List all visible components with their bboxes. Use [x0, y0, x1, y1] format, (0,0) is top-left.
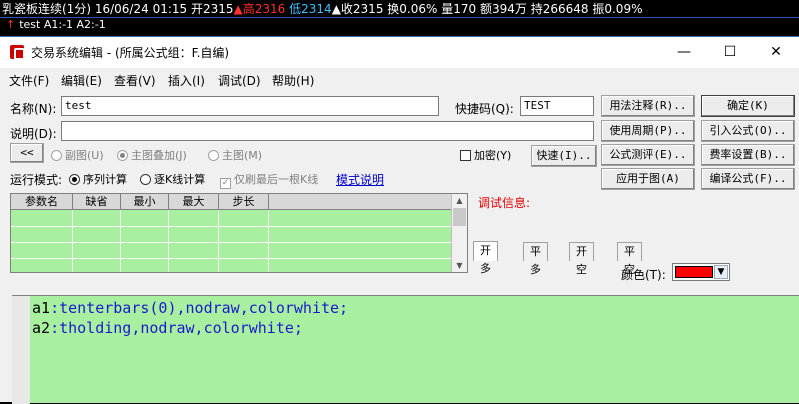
param-table-scrollbar[interactable]: ▲ ▼ [451, 194, 467, 272]
quick-button[interactable]: 快速(I).. [531, 145, 597, 167]
indicator-values: test A1:-1 A2:-1 [19, 18, 106, 31]
quote-amount: 额394万 [479, 2, 527, 16]
tab-open-long[interactable]: 开多 [473, 241, 498, 275]
indicator-bar: ↑ test A1:-1 A2:-1 [0, 18, 799, 32]
code-line-2[interactable]: a2:tholding,nodraw,colorwhite; [32, 319, 303, 337]
radio-dot [51, 150, 62, 161]
debug-label: 调试信息: [478, 196, 531, 210]
shortcut-label: 快捷码(Q): [455, 102, 514, 116]
encrypt-checkbox[interactable]: 加密(Y) [460, 147, 511, 163]
chevron-down-icon[interactable]: ▼ [714, 265, 728, 279]
param-table-header: 参数名 缺省 最小 最大 步长 [11, 194, 451, 210]
col-max[interactable]: 最大 [169, 194, 219, 210]
formula-eval-button[interactable]: 公式测评(E).. [601, 144, 695, 166]
tab-close-short[interactable]: 平空 [617, 242, 642, 276]
quote-time: 01:15 [152, 2, 188, 16]
up-arrow-icon: ↑ [6, 18, 16, 31]
menu-insert[interactable]: 插入(I) [168, 72, 205, 89]
quote-low: 低2314 [289, 2, 332, 16]
quote-bar: 乳瓷板连续(1分) 16/06/24 01:15 开2315▲高2316 低23… [0, 0, 799, 18]
col-default[interactable]: 缺省 [73, 194, 121, 210]
quote-name: 乳瓷板连续(1分) [2, 2, 91, 16]
radio-sub-chart[interactable]: 副图(U) [51, 147, 104, 163]
checkbox-box [460, 150, 471, 161]
radio-dot [140, 174, 151, 185]
col-divider [268, 210, 269, 272]
quote-high: ▲高2316 [233, 2, 286, 16]
col-divider [120, 210, 121, 272]
radio-main-chart[interactable]: 主图(M) [208, 147, 262, 163]
maximize-button[interactable]: ☐ [707, 37, 753, 68]
use-period-button[interactable]: 使用周期(P).. [601, 120, 695, 142]
quote-volume: 量170 [441, 2, 477, 16]
shortcut-field[interactable]: TEST [520, 96, 594, 116]
desc-label: 说明(D): [10, 127, 57, 141]
collapse-button[interactable]: << [10, 143, 44, 163]
radio-sequential[interactable]: 序列计算 [69, 171, 127, 187]
radio-main-overlay[interactable]: 主图叠加(J) [117, 147, 187, 163]
run-mode-label: 运行模式: [10, 173, 63, 187]
radio-dot [208, 150, 219, 161]
mode-help-link[interactable]: 模式说明 [336, 171, 384, 188]
scroll-thumb[interactable] [453, 208, 466, 226]
formula-editor-window: 交易系统编辑 - (所属公式组：F.自编) — ☐ ✕ 文件(F) 编辑(E) … [0, 36, 799, 404]
quote-close: ▲收2315 [331, 2, 384, 16]
quote-change: 换0.06% [387, 2, 438, 16]
menu-file[interactable]: 文件(F) [9, 72, 49, 89]
tab-close-long[interactable]: 平多 [523, 242, 548, 276]
quote-date: 16/06/24 [94, 2, 149, 16]
close-button[interactable]: ✕ [753, 37, 799, 68]
app-icon [10, 45, 25, 60]
menu-edit[interactable]: 编辑(E) [61, 72, 102, 89]
quote-open: 开2315 [190, 2, 234, 16]
desc-field[interactable] [61, 121, 594, 141]
title-bar[interactable]: 交易系统编辑 - (所属公式组：F.自编) — ☐ ✕ [0, 37, 799, 68]
col-step[interactable]: 步长 [219, 194, 269, 210]
compile-button[interactable]: 编译公式(F).. [701, 168, 795, 190]
menu-view[interactable]: 查看(V) [114, 72, 156, 89]
checkbox-box [220, 178, 231, 189]
col-divider [168, 210, 169, 272]
last-bar-checkbox[interactable]: 仅刷最后一根K线 [220, 171, 318, 189]
code-line-1[interactable]: a1:tenterbars(0),nodraw,colorwhite; [32, 299, 348, 317]
color-select[interactable]: ▼ [672, 263, 730, 281]
menu-debug[interactable]: 调试(D) [218, 72, 261, 89]
radio-dot [69, 174, 80, 185]
apply-to-chart-button[interactable]: 应用于图(A) [601, 168, 695, 190]
quote-amplitude: 振0.09% [592, 2, 643, 16]
window-title: 交易系统编辑 - (所属公式组：F.自编) [31, 46, 230, 60]
editor-gutter [12, 296, 30, 404]
col-param-name[interactable]: 参数名 [11, 194, 73, 210]
param-table[interactable]: 参数名 缺省 最小 最大 步长 ▲ ▼ [10, 193, 468, 273]
menu-help[interactable]: 帮助(H) [272, 72, 314, 89]
row-divider [11, 258, 451, 259]
row-divider [11, 242, 451, 243]
col-divider [218, 210, 219, 272]
scroll-up-icon[interactable]: ▲ [454, 196, 465, 206]
ok-button[interactable]: 确定(K) [701, 95, 795, 117]
menu-bar: 文件(F) 编辑(E) 查看(V) 插入(I) 调试(D) 帮助(H) [0, 68, 799, 90]
color-swatch [675, 266, 713, 278]
fee-settings-button[interactable]: 费率设置(B).. [701, 144, 795, 166]
code-editor[interactable]: a1:tenterbars(0),nodraw,colorwhite; a2:t… [12, 295, 799, 404]
tab-open-short[interactable]: 开空 [569, 242, 594, 276]
radio-tick[interactable]: 逐K线计算 [140, 171, 205, 187]
row-divider [11, 226, 451, 227]
name-label: 名称(N): [10, 102, 57, 116]
usage-note-button[interactable]: 用法注释(R).. [601, 95, 695, 117]
scroll-down-icon[interactable]: ▼ [454, 261, 465, 271]
col-divider [72, 210, 73, 272]
minimize-button[interactable]: — [661, 37, 707, 68]
import-formula-button[interactable]: 引入公式(O).. [701, 120, 795, 142]
name-field[interactable]: test [61, 96, 439, 116]
quote-hold: 持266648 [530, 2, 589, 16]
col-min[interactable]: 最小 [121, 194, 169, 210]
color-label: 颜色(T): [621, 268, 666, 282]
radio-dot [117, 150, 128, 161]
